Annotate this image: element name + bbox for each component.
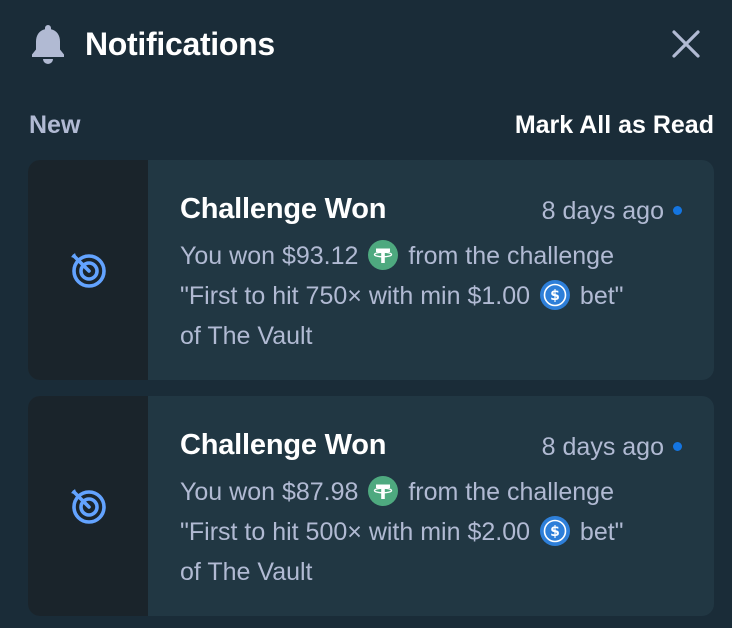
notification-title: Challenge Won xyxy=(180,429,387,461)
notification-body: Challenge Won 8 days ago You won $93.12 … xyxy=(180,160,714,380)
notification-body: Challenge Won 8 days ago You won $87.98 … xyxy=(180,396,714,616)
notification-message: You won $93.12 from the challenge "First… xyxy=(180,236,690,356)
notification-time: 8 days ago xyxy=(541,197,664,225)
message-line2-suffix: bet" xyxy=(579,282,624,310)
message-line3: of The Vault xyxy=(180,322,313,350)
notification-message: You won $87.98 from the challenge "First… xyxy=(180,472,690,592)
unread-indicator xyxy=(673,442,682,451)
unread-indicator xyxy=(673,206,682,215)
panel-header: Notifications xyxy=(0,0,732,90)
message-line1-prefix: You won $93.12 xyxy=(180,242,359,270)
target-icon xyxy=(71,489,106,524)
notification-icon-column xyxy=(28,396,148,616)
message-line2-prefix: "First to hit 500× with min $2.00 xyxy=(180,518,531,546)
message-line1-suffix: from the challenge xyxy=(408,478,614,506)
message-line1-prefix: You won $87.98 xyxy=(180,478,359,506)
tether-icon xyxy=(368,240,399,270)
usdc-icon: $ xyxy=(539,280,570,310)
usdc-icon: $ xyxy=(539,516,570,546)
notification-card[interactable]: Challenge Won 8 days ago You won $87.98 … xyxy=(28,396,714,616)
svg-text:$: $ xyxy=(550,288,560,304)
tether-icon xyxy=(368,476,399,506)
svg-text:$: $ xyxy=(550,524,560,540)
notification-card[interactable]: Challenge Won 8 days ago You won $93.12 … xyxy=(28,160,714,380)
message-line2-suffix: bet" xyxy=(579,518,624,546)
notification-time: 8 days ago xyxy=(541,433,664,461)
message-line1-suffix: from the challenge xyxy=(408,242,614,270)
message-line3: of The Vault xyxy=(180,558,313,586)
panel-title: Notifications xyxy=(85,26,275,62)
message-line2-prefix: "First to hit 750× with min $1.00 xyxy=(180,282,531,310)
section-label-new: New xyxy=(29,111,81,139)
notification-icon-column xyxy=(28,160,148,380)
notifications-panel: Notifications New Mark All as Read Chall… xyxy=(0,0,732,628)
bell-icon xyxy=(32,25,64,64)
mark-all-read-button[interactable]: Mark All as Read xyxy=(515,110,714,140)
close-icon[interactable] xyxy=(666,24,706,64)
notification-title: Challenge Won xyxy=(180,193,387,225)
target-icon xyxy=(71,253,106,288)
